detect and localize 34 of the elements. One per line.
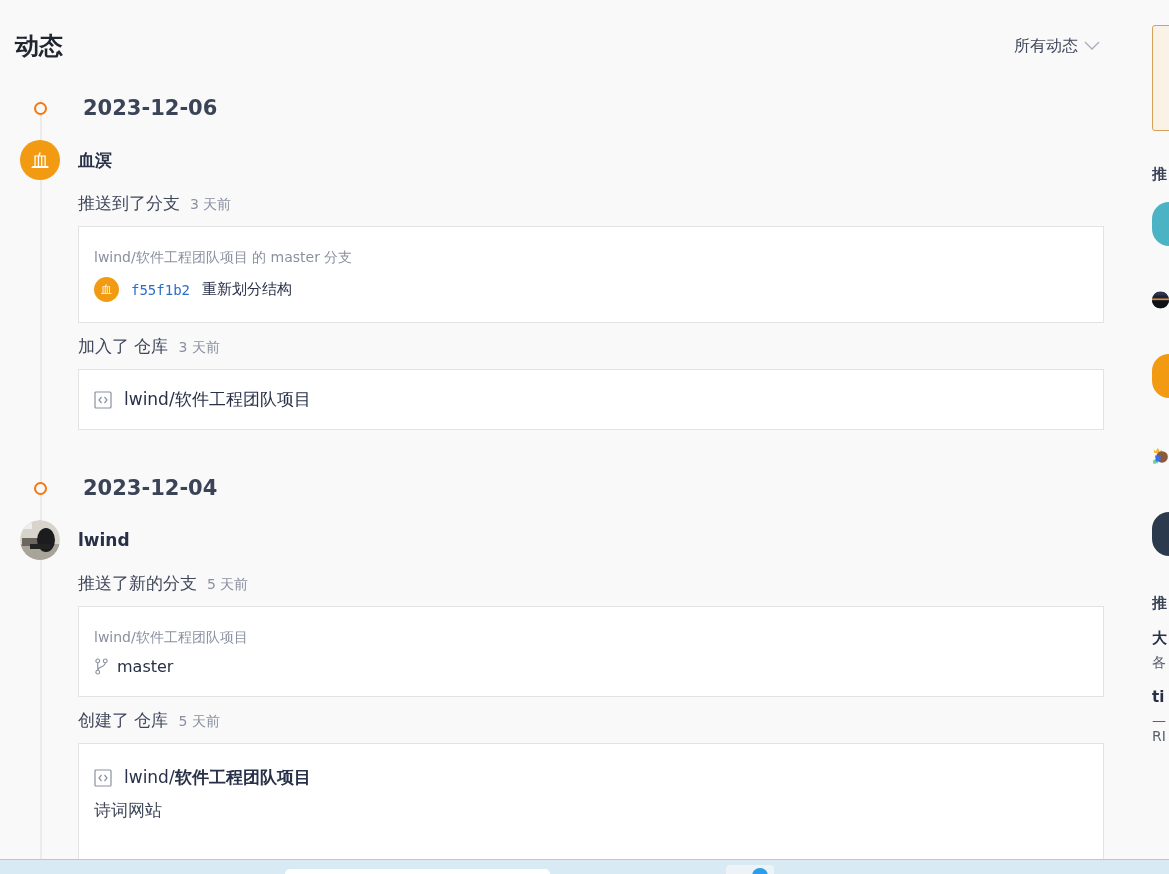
date-heading: 2023-12-06 [83,96,218,120]
activity-text: 推送了新的分支 [78,572,197,595]
date-heading: 2023-12-04 [83,476,218,500]
user-avatar[interactable] [1152,512,1169,556]
commit-hash[interactable]: f55f1b2 [131,281,190,298]
timeline-dot [34,101,47,115]
section-heading: 推 [1152,594,1168,613]
repo-link[interactable]: lwind/软件工程团队项目 [124,766,311,789]
commit-message: 重新划分结构 [202,280,292,299]
timeline-dot [34,481,47,495]
repo-description: 诗词网站 [94,799,163,822]
section-heading: 推 [1152,165,1168,184]
item-title[interactable]: 大 [1152,629,1169,648]
user-name[interactable]: 血溟 [78,148,112,172]
branch-icon [94,658,109,675]
user-name[interactable]: lwind [78,530,130,550]
item-title[interactable]: ti [1152,688,1169,706]
activity-text: 加入了 仓库 [78,335,169,358]
item-text: RI [1152,728,1167,744]
activity-text: 创建了 仓库 [78,709,169,732]
filter-dropdown[interactable]: 所有动态 [1014,35,1104,57]
item-text: — [1152,712,1167,728]
repo-link[interactable]: lwind/软件工程团队项目 [124,388,311,411]
code-icon [94,768,112,787]
branch-link[interactable]: master [117,657,174,676]
activity-text: 推送到了分支 [78,192,180,215]
timestamp: 5 天前 [207,576,249,594]
chevron-icon [1084,41,1100,51]
timestamp: 3 天前 [178,339,220,357]
timestamp: 5 天前 [178,713,220,731]
page-title: 动态 [15,31,63,62]
code-icon [94,390,112,409]
timestamp: 3 天前 [190,196,232,214]
item-text: 各 [1152,654,1167,672]
